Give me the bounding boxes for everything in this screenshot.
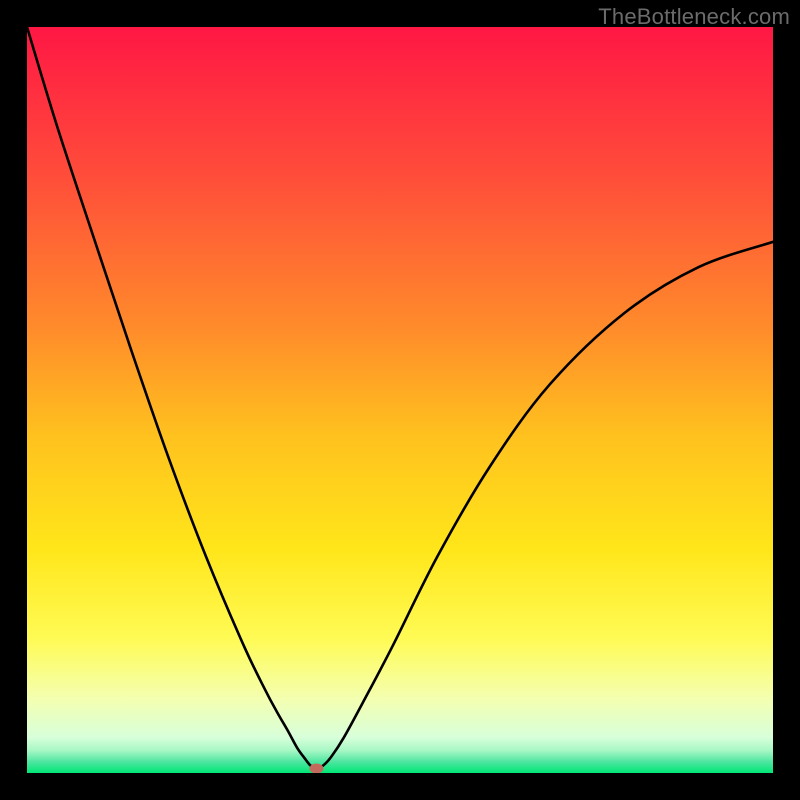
watermark-text: TheBottleneck.com (598, 4, 790, 30)
gradient-background (27, 27, 773, 773)
plot-area (27, 27, 773, 773)
bottleneck-chart (27, 27, 773, 773)
chart-frame: TheBottleneck.com (0, 0, 800, 800)
